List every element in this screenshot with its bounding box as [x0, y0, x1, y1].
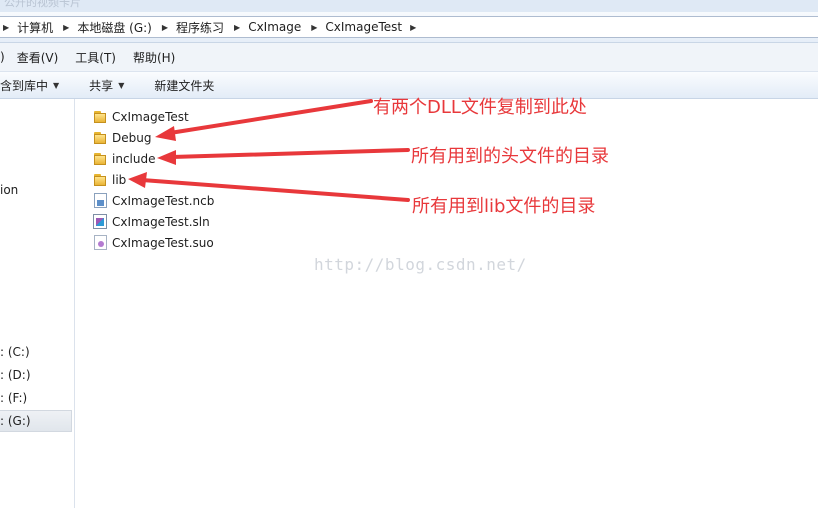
new-folder-button[interactable]: 新建文件夹 [154, 77, 214, 94]
chevron-right-icon[interactable]: ▶ [63, 23, 69, 32]
breadcrumb-item-drive-g[interactable]: ▶ 本地磁盘 (G:) [63, 19, 152, 36]
breadcrumb-label[interactable]: CxImage [248, 20, 301, 34]
menu-tools[interactable]: 工具(T) [75, 49, 116, 66]
list-item[interactable]: CxImageTest [92, 106, 214, 127]
share-label: 共享 [89, 78, 114, 93]
ncb-file-icon [94, 193, 107, 208]
share-button[interactable]: 共享 ▼ [89, 77, 124, 94]
breadcrumb-label[interactable]: CxImageTest [325, 20, 402, 34]
folder-icon [92, 172, 108, 188]
navigation-pane: ion : (C:) : (D:) : (F:) : (G:) [0, 99, 75, 508]
breadcrumb-item-cximage[interactable]: ▶ CxImage [234, 20, 301, 34]
nav-drive-d[interactable]: : (D:) [0, 368, 31, 382]
chevron-right-icon[interactable]: ▶ [3, 23, 9, 32]
nav-drive-c[interactable]: : (C:) [0, 345, 30, 359]
suo-file-icon [94, 235, 107, 250]
chevron-right-icon[interactable]: ▶ [234, 23, 240, 32]
folder-icon [92, 109, 108, 125]
chevron-right-icon[interactable]: ▶ [410, 23, 416, 32]
new-folder-label: 新建文件夹 [154, 78, 215, 93]
list-item[interactable]: CxImageTest.sln [92, 211, 214, 232]
annotation-include: 所有用到的头文件的目录 [411, 146, 609, 167]
file-list: CxImageTest Debug include lib CxImageTes… [92, 106, 214, 253]
breadcrumb-label[interactable]: 计算机 [17, 19, 53, 36]
dropdown-caret-icon: ▼ [118, 80, 125, 90]
menu-view[interactable]: 查看(V) [17, 49, 59, 66]
nav-drive-f[interactable]: : (F:) [0, 391, 27, 405]
folder-icon [92, 151, 108, 167]
file-name[interactable]: include [112, 152, 155, 166]
menu-help[interactable]: 帮助(H) [133, 49, 175, 66]
dropdown-caret-icon: ▼ [53, 80, 60, 90]
include-in-library-label: 含到库中 [0, 78, 49, 93]
window-title: 公开的视频卡片 [4, 0, 81, 9]
file-name[interactable]: CxImageTest.ncb [112, 194, 214, 208]
nav-drive-g[interactable]: : (G:) [0, 410, 72, 432]
breadcrumb[interactable]: ▶ 计算机 ▶ 本地磁盘 (G:) ▶ 程序练习 ▶ CxImage ▶ CxI… [0, 16, 818, 38]
list-item[interactable]: Debug [92, 127, 214, 148]
list-item[interactable]: CxImageTest.suo [92, 232, 214, 253]
breadcrumb-item-practice[interactable]: ▶ 程序练习 [162, 19, 224, 36]
folder-icon [92, 130, 108, 146]
list-item[interactable]: CxImageTest.ncb [92, 190, 214, 211]
include-in-library-button[interactable]: 含到库中 ▼ [0, 77, 59, 94]
window-title-strip: 公开的视频卡片 [0, 0, 818, 12]
watermark: http://blog.csdn.net/ [314, 255, 527, 274]
menu-bar: ) 查看(V) 工具(T) 帮助(H) [0, 43, 818, 72]
annotation-debug: 有两个DLL文件复制到此处 [373, 97, 587, 118]
file-name[interactable]: lib [112, 173, 126, 187]
breadcrumb-item-cximagetest[interactable]: ▶ CxImageTest ▶ [311, 20, 416, 34]
menu-edit-partial[interactable]: ) [0, 50, 5, 64]
file-name[interactable]: Debug [112, 131, 151, 145]
address-bar: ▶ 计算机 ▶ 本地磁盘 (G:) ▶ 程序练习 ▶ CxImage ▶ CxI… [0, 12, 818, 43]
chevron-right-icon[interactable]: ▶ [311, 23, 317, 32]
list-item[interactable]: include [92, 148, 214, 169]
breadcrumb-label[interactable]: 本地磁盘 (G:) [77, 19, 152, 36]
file-name[interactable]: CxImageTest [112, 110, 189, 124]
sln-file-icon [93, 214, 107, 229]
annotation-lib: 所有用到lib文件的目录 [412, 196, 596, 217]
list-item[interactable]: lib [92, 169, 214, 190]
file-name[interactable]: CxImageTest.suo [112, 236, 214, 250]
breadcrumb-item-computer[interactable]: ▶ 计算机 [0, 19, 53, 36]
breadcrumb-label[interactable]: 程序练习 [176, 19, 224, 36]
chevron-right-icon[interactable]: ▶ [162, 23, 168, 32]
nav-item-partial[interactable]: ion [0, 183, 18, 197]
file-name[interactable]: CxImageTest.sln [112, 215, 210, 229]
